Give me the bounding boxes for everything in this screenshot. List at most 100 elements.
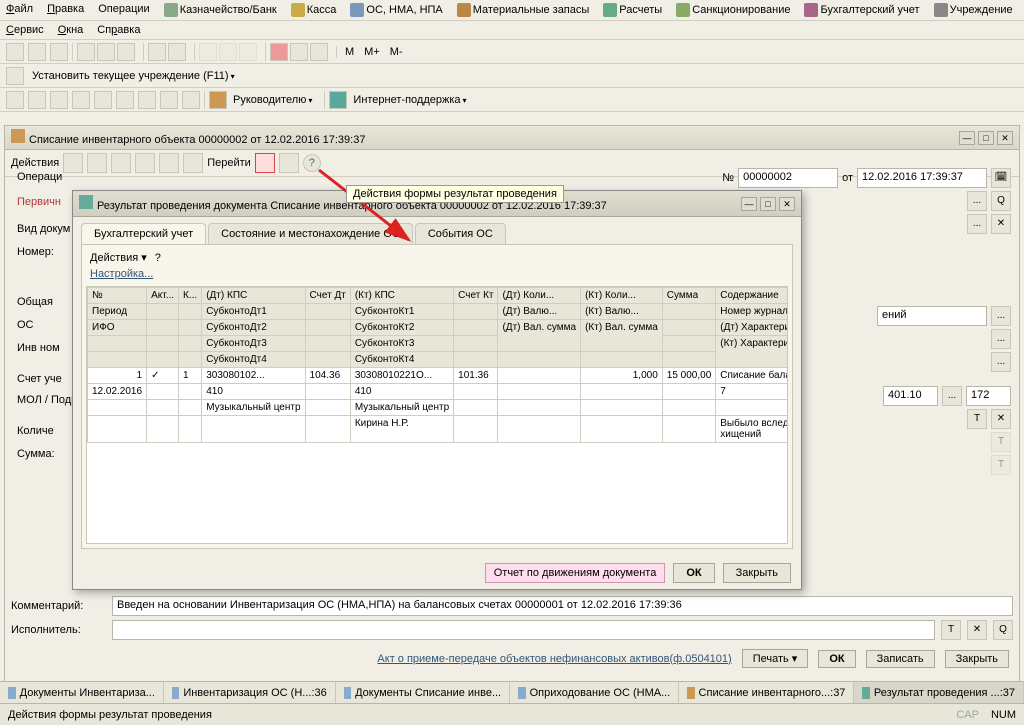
set-institution-button[interactable]: Установить текущее учреждение (F11): [28, 70, 239, 82]
hdr-dtvs[interactable]: (Дт) Вал. сумма: [498, 320, 581, 352]
act-link[interactable]: Акт о приеме-передаче объектов нефинансо…: [377, 653, 731, 665]
wtab-1[interactable]: Инвентаризация ОС (Н...:36: [164, 682, 336, 703]
dt-5-icon[interactable]: [159, 153, 179, 173]
modal-actions-dropdown[interactable]: Действия ▾: [90, 251, 147, 264]
menu-service[interactable]: Сервис: [6, 24, 44, 36]
tb-t9-icon[interactable]: [182, 91, 200, 109]
tab-events[interactable]: События ОС: [415, 223, 506, 244]
menu-windows[interactable]: Окна: [58, 24, 84, 36]
main-menu-row2[interactable]: Сервис Окна Справка: [0, 21, 1024, 40]
tb-calc2-icon[interactable]: [310, 43, 328, 61]
acct-field[interactable]: 401.10: [883, 386, 938, 406]
globe-icon[interactable]: [329, 91, 347, 109]
maximize-button[interactable]: □: [978, 131, 994, 145]
hdr-schkt[interactable]: Счет Кт: [454, 288, 498, 304]
acct-more-icon[interactable]: ...: [942, 386, 962, 406]
tb-t6-icon[interactable]: [116, 91, 134, 109]
goto-dropdown[interactable]: Перейти: [207, 157, 251, 169]
date-picker-icon[interactable]: 🗓: [991, 168, 1011, 188]
tb-save-icon[interactable]: [50, 43, 68, 61]
hdr-sum[interactable]: Сумма: [662, 288, 716, 304]
hdr-ktkps[interactable]: (Кт) КПС: [350, 288, 453, 304]
r1-more-icon[interactable]: ...: [967, 191, 987, 211]
print-button[interactable]: Печать ▾: [742, 649, 809, 668]
tb-t8-icon[interactable]: [160, 91, 178, 109]
hdr-subdt2[interactable]: СубконтоДт2: [202, 320, 305, 336]
hdr-subkt4[interactable]: СубконтоКт4: [350, 352, 453, 368]
tb-inst-icon[interactable]: [6, 67, 24, 85]
wtab-0[interactable]: Документы Инвентариза...: [0, 682, 164, 703]
hdr-journal[interactable]: Номер журнала: [716, 304, 788, 320]
tb-new-icon[interactable]: [6, 43, 24, 61]
hdr-akt[interactable]: Акт...: [147, 288, 179, 304]
menu-cash[interactable]: Касса: [291, 3, 337, 17]
r1-q-icon[interactable]: Q: [991, 191, 1011, 211]
hdr-subkt3[interactable]: СубконтоКт3: [350, 336, 453, 352]
report-button[interactable]: Отчет по движениям документа: [485, 563, 666, 583]
menu-materials[interactable]: Материальные запасы: [457, 3, 590, 17]
tb-t2-icon[interactable]: [28, 91, 46, 109]
wtab-5[interactable]: Результат проведения ...:37: [854, 682, 1024, 703]
modal-close-button[interactable]: ✕: [779, 197, 795, 211]
tb-cut-icon[interactable]: [77, 43, 95, 61]
hdr-dtval[interactable]: (Дт) Валю...: [498, 304, 581, 320]
wtab-4[interactable]: Списание инвентарного...:37: [679, 682, 854, 703]
hdr-period[interactable]: Период: [88, 304, 147, 320]
executor-field[interactable]: [112, 620, 935, 640]
dt-3-icon[interactable]: [111, 153, 131, 173]
hdr-subkt1[interactable]: СубконтоКт1: [350, 304, 453, 320]
grid-row-3[interactable]: Музыкальный центр Музыкальный центр: [88, 400, 789, 416]
tb-31-icon[interactable]: [290, 43, 308, 61]
wtab-3[interactable]: Оприходование ОС (НМА...: [510, 682, 679, 703]
tb-undo-icon[interactable]: [168, 43, 186, 61]
tb-find-icon[interactable]: [148, 43, 166, 61]
menu-sanction[interactable]: Санкционирование: [676, 3, 790, 17]
tab-state[interactable]: Состояние и местонахождение ОС: [208, 223, 413, 244]
hdr-ktchar[interactable]: (Кт) Характеристика движения по ...: [716, 336, 788, 368]
acct2-field[interactable]: 172: [966, 386, 1011, 406]
r2-more-icon[interactable]: ...: [967, 214, 987, 234]
exec-t-icon[interactable]: T: [941, 620, 961, 640]
ok-button[interactable]: ОК: [818, 650, 855, 668]
user-icon[interactable]: [209, 91, 227, 109]
hdr-content[interactable]: Содержание: [716, 288, 788, 304]
hdr-ifo[interactable]: ИФО: [88, 320, 147, 336]
menu-operations[interactable]: Операции: [98, 3, 149, 17]
c1-more-icon[interactable]: ...: [991, 306, 1011, 326]
modal-close-btn[interactable]: Закрыть: [723, 563, 791, 583]
t2-icon[interactable]: T: [991, 432, 1011, 452]
menu-accounting[interactable]: Бухгалтерский учет: [804, 3, 919, 17]
tb-open-icon[interactable]: [28, 43, 46, 61]
doc-number-field[interactable]: 00000002: [738, 168, 838, 188]
menu-institution[interactable]: Учреждение: [934, 3, 1013, 17]
exec-q-icon[interactable]: Q: [993, 620, 1013, 640]
close-doc-button[interactable]: Закрыть: [945, 650, 1009, 668]
tb-t3-icon[interactable]: [50, 91, 68, 109]
tb-t7-icon[interactable]: [138, 91, 156, 109]
tb-t1-icon[interactable]: [6, 91, 24, 109]
postings-grid[interactable]: № Акт... К... (Дт) КПС Счет Дт (Кт) КПС …: [86, 286, 788, 544]
hdr-ktvs[interactable]: (Кт) Вал. сумма: [581, 320, 663, 352]
hdr-subdt3[interactable]: СубконтоДт3: [202, 336, 305, 352]
settings-link[interactable]: Настройка...: [90, 268, 153, 280]
tb-copy-icon[interactable]: [97, 43, 115, 61]
c3-more-icon[interactable]: ...: [991, 352, 1011, 372]
grid-row-2[interactable]: 12.02.2016 410 410 7: [88, 384, 789, 400]
result-button[interactable]: [255, 153, 275, 173]
minimize-button[interactable]: —: [959, 131, 975, 145]
help-icon[interactable]: ?: [303, 154, 321, 172]
hdr-ktqty[interactable]: (Кт) Коли...: [581, 288, 663, 304]
tb-t5-icon[interactable]: [94, 91, 112, 109]
t1-icon[interactable]: T: [967, 409, 987, 429]
hdr-n[interactable]: №: [88, 288, 147, 304]
hdr-subdt4[interactable]: СубконтоДт4: [202, 352, 305, 368]
save-button[interactable]: Записать: [866, 650, 935, 668]
r2-x-icon[interactable]: ✕: [991, 214, 1011, 234]
menu-file[interactable]: ФФайлайл: [6, 3, 33, 17]
x1-icon[interactable]: ✕: [991, 409, 1011, 429]
support-dropdown[interactable]: Интернет-поддержка: [349, 94, 470, 106]
tb-paste-icon[interactable]: [117, 43, 135, 61]
modal-min-button[interactable]: —: [741, 197, 757, 211]
dt-4-icon[interactable]: [135, 153, 155, 173]
tab-accounting[interactable]: Бухгалтерский учет: [81, 223, 206, 244]
